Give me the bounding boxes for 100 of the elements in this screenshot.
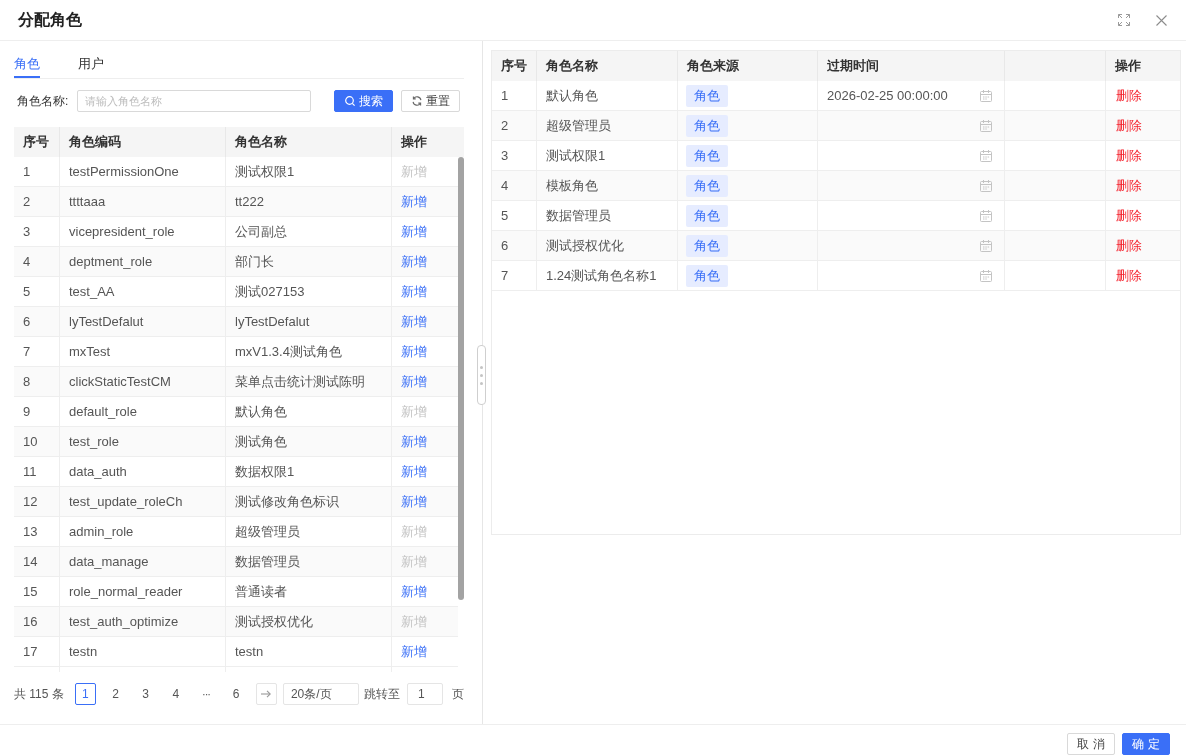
calendar-icon	[980, 149, 992, 162]
date-field[interactable]: 2026-02-25 00:00:00	[818, 81, 1004, 110]
table-cell: role_normal_reader	[60, 577, 226, 606]
table-cell: 10	[14, 427, 60, 456]
field-label: 角色名称:	[16, 92, 70, 110]
table-cell: testn	[60, 637, 226, 666]
scrollbar[interactable]	[458, 157, 464, 600]
add-link[interactable]: 新增	[401, 312, 427, 331]
table-cell: 菜单点击统计测试陈明	[226, 367, 392, 396]
table-cell: 6	[492, 231, 537, 260]
add-link[interactable]: 新增	[401, 582, 427, 601]
delete-link[interactable]: 删除	[1115, 266, 1142, 285]
table-cell: 16	[14, 607, 60, 636]
table-cell: ttttaaa	[60, 187, 226, 216]
source-tag: 角色	[686, 144, 728, 167]
delete-link[interactable]: 删除	[1115, 176, 1142, 195]
calendar-icon	[980, 239, 992, 252]
arrow-icon	[261, 690, 272, 698]
table-cell: 8	[14, 367, 60, 396]
source-tag: 角色	[686, 84, 728, 107]
table-cell: 11	[14, 457, 60, 486]
add-link[interactable]: 新增	[401, 342, 427, 361]
table-cell: lyTestDefalut	[60, 307, 226, 336]
source-tag: 角色	[686, 204, 728, 227]
page-size-select[interactable]: 20条/页	[282, 683, 359, 705]
column-header: 角色来源	[678, 51, 818, 81]
table-cell: 3	[14, 217, 60, 246]
add-link[interactable]: 新增	[401, 372, 427, 391]
add-link[interactable]: 新增	[401, 462, 427, 481]
table-cell: test_update_roleCh	[60, 487, 226, 516]
source-tag: 角色	[686, 264, 728, 287]
add-link[interactable]: 新增	[401, 222, 427, 241]
table-cell: 3	[492, 141, 537, 170]
table-cell: lyTestDefalut	[226, 307, 392, 336]
table-cell: 12	[14, 487, 60, 516]
table-cell: default_role	[60, 397, 226, 426]
table-cell: 测试修改角色标识	[226, 487, 392, 516]
table-cell: 4	[14, 247, 60, 276]
add-link[interactable]: 新增	[401, 432, 427, 451]
table-cell: 测试权限1	[537, 141, 678, 170]
add-link[interactable]: 新增	[401, 282, 427, 301]
table-cell: data_auth	[60, 457, 226, 486]
tab[interactable]: 用户	[78, 52, 104, 78]
table-cell: 数据管理员	[226, 547, 392, 576]
source-tag: 角色	[686, 114, 728, 137]
delete-link[interactable]: 删除	[1115, 236, 1142, 255]
reset-button[interactable]: 重置	[401, 90, 460, 112]
table-cell: tt222	[226, 187, 392, 216]
table-cell: mxTest	[60, 337, 226, 366]
table-cell: 1	[14, 157, 60, 186]
table-cell: data_manage	[60, 547, 226, 576]
delete-link[interactable]: 删除	[1115, 86, 1142, 105]
calendar-icon	[980, 209, 992, 222]
page-input[interactable]: 1	[406, 683, 443, 705]
table-cell: 5	[14, 277, 60, 306]
table-cell: 测试授权优化	[537, 231, 678, 260]
add-link[interactable]: 新增	[401, 252, 427, 271]
column-header: 操作	[1114, 57, 1142, 75]
table-cell: 2	[492, 111, 537, 140]
table-cell: clickStaticTestCM	[60, 367, 226, 396]
calendar-icon	[980, 269, 992, 282]
table-cell: 默认角色	[537, 81, 678, 110]
table-cell: 默认角色	[226, 397, 392, 426]
confirm-button[interactable]: 确 定	[1122, 733, 1170, 755]
search-field[interactable]: 请输入角色名称	[77, 90, 311, 112]
close-icon[interactable]	[1156, 14, 1167, 26]
table-cell: 1	[492, 81, 537, 110]
splitter-handle[interactable]	[477, 345, 486, 405]
expand-icon[interactable]	[1118, 14, 1130, 26]
add-link[interactable]: 新增	[401, 642, 427, 661]
refresh-icon	[411, 96, 422, 106]
table-cell: deptment_role	[60, 247, 226, 276]
table-cell: test_role	[60, 427, 226, 456]
page-button[interactable]: 1	[74, 683, 96, 705]
tab[interactable]: 角色	[14, 52, 40, 78]
table-cell: 14	[14, 547, 60, 576]
table-cell: 超级管理员	[226, 517, 392, 546]
add-link[interactable]: 新增	[401, 192, 427, 211]
table-cell: testPermissionOne	[60, 157, 226, 186]
source-tag: 角色	[686, 174, 728, 197]
source-tag: 角色	[686, 234, 728, 257]
table-cell: 6	[14, 307, 60, 336]
table-cell: 测试授权优化	[226, 607, 392, 636]
add-link[interactable]: 新增	[401, 492, 427, 511]
calendar-icon	[980, 119, 992, 132]
search-button[interactable]: 搜索	[334, 90, 393, 112]
table-cell: 模板角色	[537, 171, 678, 200]
table-cell: testn	[226, 637, 392, 666]
delete-link[interactable]: 删除	[1115, 146, 1142, 165]
next-page-button[interactable]	[255, 683, 277, 705]
delete-link[interactable]: 删除	[1115, 206, 1142, 225]
table-cell: 4	[492, 171, 537, 200]
delete-link[interactable]: 删除	[1115, 116, 1142, 135]
cancel-button[interactable]: 取 消	[1067, 733, 1115, 755]
table-cell: 1.24测试角色名称1	[537, 261, 678, 290]
table-cell: 15	[14, 577, 60, 606]
table-cell: test_auth_optimize	[60, 607, 226, 636]
table-cell: 普通读者	[226, 577, 392, 606]
page-suffix: 页	[451, 685, 464, 703]
column-header: 角色编码	[60, 127, 226, 157]
